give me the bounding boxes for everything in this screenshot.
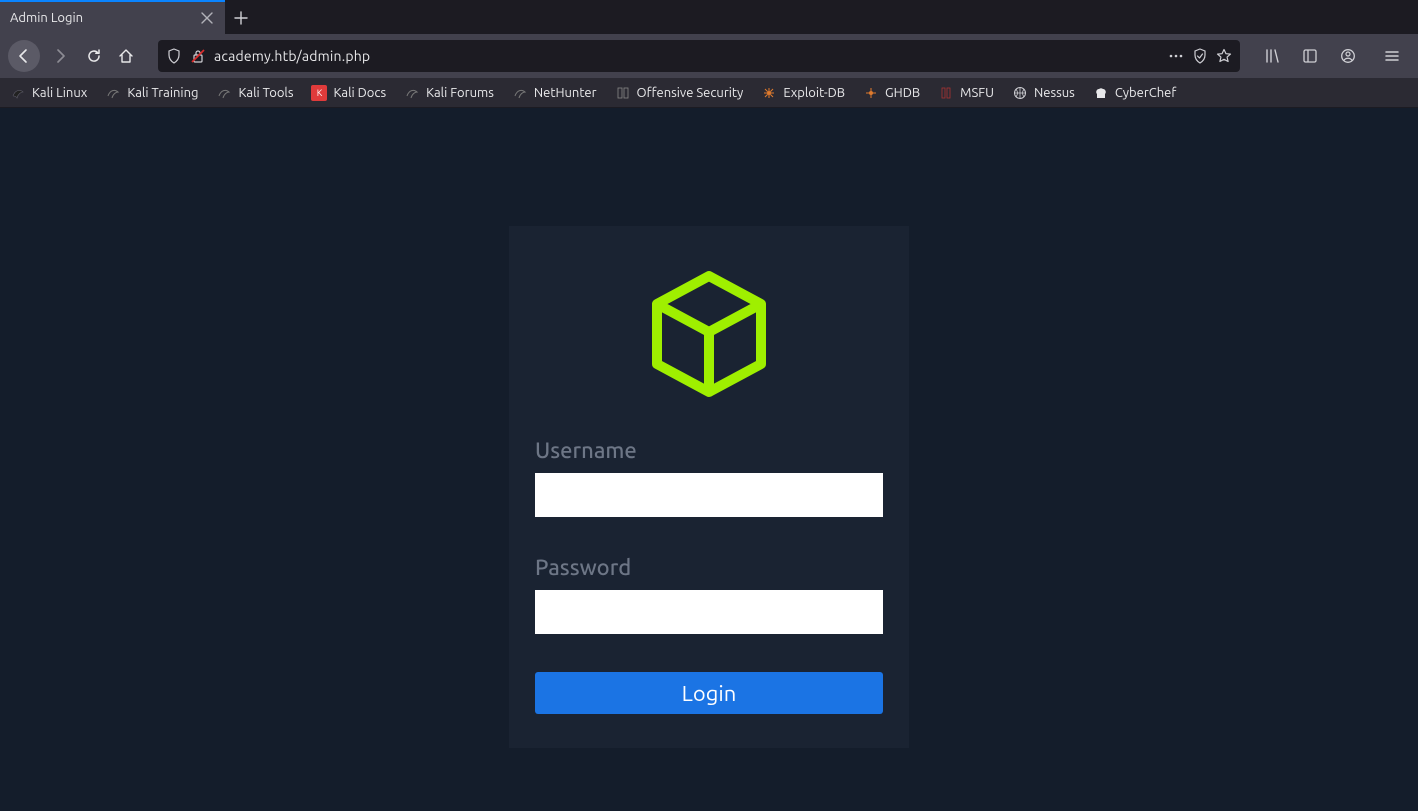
- msf-icon: [938, 85, 954, 101]
- bookmark-msfu[interactable]: MSFU: [938, 85, 994, 101]
- doc-icon: K: [311, 85, 327, 101]
- bookmark-kali-docs[interactable]: K Kali Docs: [311, 85, 386, 101]
- bookmark-star-icon[interactable]: [1216, 48, 1232, 64]
- bookmark-kali-linux[interactable]: Kali Linux: [10, 85, 87, 101]
- bookmark-label: Kali Tools: [238, 86, 293, 100]
- bookmark-label: CyberChef: [1115, 86, 1176, 100]
- dragon-icon: [512, 85, 528, 101]
- browser-chrome: Admin Login: [0, 0, 1418, 108]
- tab-title: Admin Login: [10, 11, 83, 25]
- dragon-icon: [10, 85, 26, 101]
- bookmark-ghdb[interactable]: GHDB: [863, 85, 920, 101]
- password-label: Password: [535, 555, 883, 580]
- tab-active[interactable]: Admin Login: [0, 0, 225, 34]
- logo: [535, 268, 883, 400]
- spider-icon: [761, 85, 777, 101]
- cube-icon: [645, 268, 773, 400]
- bookmark-label: Nessus: [1034, 86, 1075, 100]
- forward-button[interactable]: [44, 40, 76, 72]
- spider-icon: [863, 85, 879, 101]
- bookmark-label: Kali Training: [127, 86, 198, 100]
- lock-insecure-icon[interactable]: [190, 48, 206, 64]
- globe-icon: [1012, 85, 1028, 101]
- back-button[interactable]: [8, 40, 40, 72]
- login-button[interactable]: Login: [535, 672, 883, 714]
- toolbar: academy.htb/admin.php: [0, 34, 1418, 78]
- home-button[interactable]: [112, 42, 140, 70]
- bookmark-kali-forums[interactable]: Kali Forums: [404, 85, 494, 101]
- sidebar-icon[interactable]: [1296, 42, 1324, 70]
- new-tab-button[interactable]: [225, 2, 257, 34]
- bookmark-label: Exploit-DB: [783, 86, 845, 100]
- bookmark-label: Kali Linux: [32, 86, 87, 100]
- bookmarks-bar: Kali Linux Kali Training Kali Tools K Ka…: [0, 78, 1418, 108]
- dragon-icon: [216, 85, 232, 101]
- toolbar-right: [1258, 42, 1410, 70]
- bookmark-nethunter[interactable]: NetHunter: [512, 85, 597, 101]
- shield-icon[interactable]: [166, 48, 182, 64]
- bookmark-nessus[interactable]: Nessus: [1012, 85, 1075, 101]
- url-text: academy.htb/admin.php: [214, 48, 1160, 64]
- bookmark-label: MSFU: [960, 86, 994, 100]
- reload-button[interactable]: [80, 42, 108, 70]
- close-icon[interactable]: [199, 10, 215, 26]
- bookmark-kali-training[interactable]: Kali Training: [105, 85, 198, 101]
- bookmark-label: Kali Forums: [426, 86, 494, 100]
- bookmark-label: NetHunter: [534, 86, 597, 100]
- bookmark-label: GHDB: [885, 86, 920, 100]
- dragon-icon: [404, 85, 420, 101]
- password-input[interactable]: [535, 590, 883, 634]
- dragon-icon: [105, 85, 121, 101]
- tracking-protection-icon[interactable]: [1192, 48, 1208, 64]
- bookmark-label: Kali Docs: [333, 86, 386, 100]
- ellipsis-icon[interactable]: [1168, 48, 1184, 64]
- username-input[interactable]: [535, 473, 883, 517]
- username-label: Username: [535, 438, 883, 463]
- bookmark-kali-tools[interactable]: Kali Tools: [216, 85, 293, 101]
- bookmark-offsec[interactable]: Offensive Security: [615, 85, 744, 101]
- library-icon[interactable]: [1258, 42, 1286, 70]
- account-icon[interactable]: [1334, 42, 1362, 70]
- bookmark-cyberchef[interactable]: CyberChef: [1093, 85, 1176, 101]
- nav-buttons: [8, 40, 140, 72]
- hamburger-menu-icon[interactable]: [1378, 42, 1406, 70]
- login-card: Username Password Login: [509, 226, 909, 748]
- offsec-icon: [615, 85, 631, 101]
- page-viewport: Username Password Login: [0, 108, 1418, 811]
- bookmark-exploitdb[interactable]: Exploit-DB: [761, 85, 845, 101]
- bookmark-label: Offensive Security: [637, 86, 744, 100]
- tab-strip: Admin Login: [0, 0, 1418, 34]
- chef-icon: [1093, 85, 1109, 101]
- url-bar[interactable]: academy.htb/admin.php: [158, 40, 1240, 72]
